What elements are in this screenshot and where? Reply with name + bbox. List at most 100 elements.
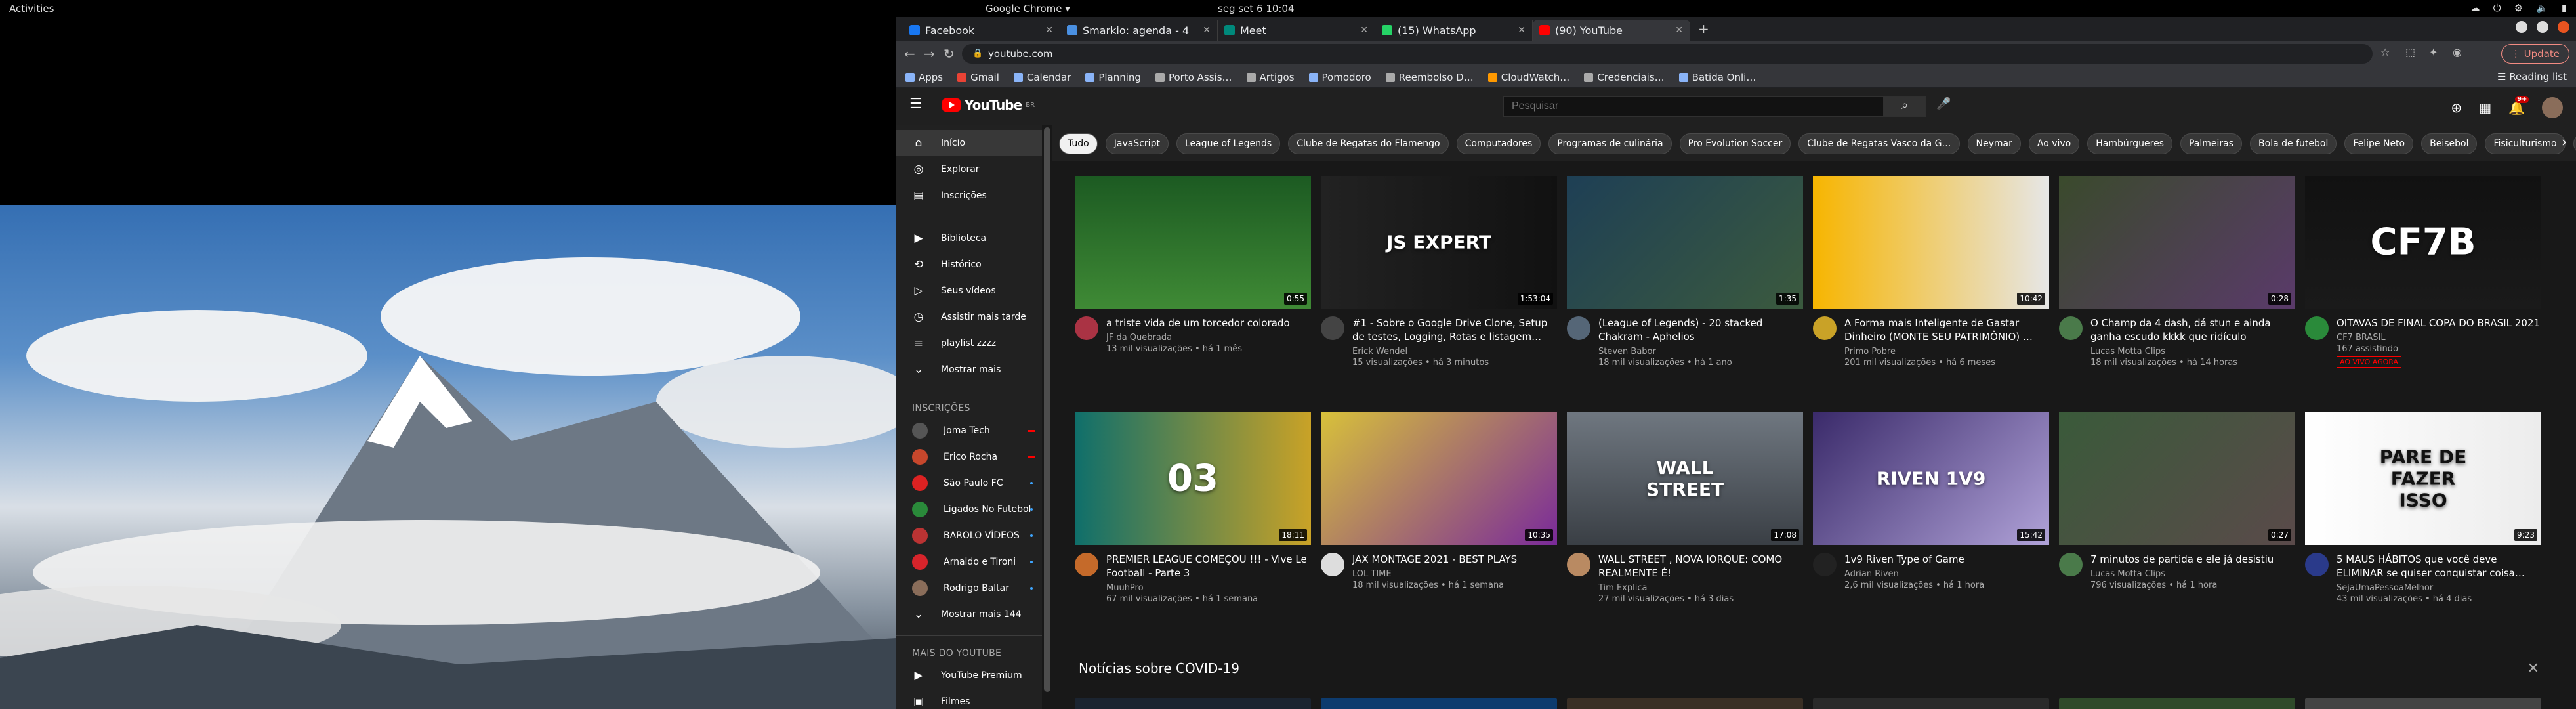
notifications-icon[interactable]: 🔔 9+ (2508, 96, 2529, 116)
channel-name[interactable]: JF da Quebrada (1106, 333, 1311, 343)
settings-icon[interactable]: ⚙ (2514, 2, 2523, 14)
video-thumbnail[interactable]: 10:42 (1813, 176, 2049, 309)
window-close-button[interactable] (2558, 21, 2569, 33)
search-button[interactable]: ⌕ (1884, 96, 1926, 117)
app-menu[interactable]: Google Chrome ▾ (986, 3, 1070, 14)
battery-icon[interactable]: ▮ (2562, 2, 2567, 14)
video-title[interactable]: a triste vida de um torcedor colorado (1106, 316, 1311, 330)
video-title[interactable]: OITAVAS DE FINAL COPA DO BRASIL 2021 (2337, 316, 2541, 330)
channel-name[interactable]: CF7 BRASIL (2337, 333, 2541, 343)
chip-pod[interactable]: Pod (2573, 133, 2576, 154)
channel-avatar[interactable] (1567, 553, 1590, 576)
microphone-icon[interactable]: 🎤 (1936, 97, 1951, 111)
sidebar-item-rodrigo-baltar[interactable]: Rodrigo Baltar (896, 575, 1042, 601)
sidebar-item-historico[interactable]: ⟲ Histórico (896, 251, 1042, 278)
channel-avatar[interactable] (1567, 316, 1590, 340)
channel-name[interactable]: LOL TIME (1352, 569, 1557, 579)
video-thumbnail[interactable]: 0:55 (1075, 176, 1311, 309)
apps-grid-icon[interactable]: ▦ (2479, 100, 2491, 116)
video-thumbnail[interactable]: 10:35 (1321, 412, 1557, 545)
video-title[interactable]: O Champ da 4 dash, dá stun e ainda ganha… (2090, 316, 2295, 344)
chip-computadores[interactable]: Computadores (1456, 133, 1541, 154)
video-thumbnail[interactable]: 03 18:11 (1075, 412, 1311, 545)
reading-list-button[interactable]: ☰ Reading list (2497, 71, 2567, 83)
video-title[interactable]: JAX MONTAGE 2021 - BEST PLAYS (1352, 553, 1557, 567)
maximize-button[interactable] (2537, 21, 2548, 33)
tab-meet[interactable]: Meet ✕ (1218, 20, 1375, 41)
reload-icon[interactable]: ↻ (944, 46, 955, 62)
chip-pro-evolution-soccer[interactable]: Pro Evolution Soccer (1679, 133, 1791, 154)
update-button[interactable]: ⋮ Update (2501, 44, 2569, 64)
chip-hamburgueres[interactable]: Hambúrgueres (2087, 133, 2172, 154)
shelf-thumbnail[interactable] (2305, 698, 2541, 709)
channel-avatar[interactable] (2059, 316, 2083, 340)
close-icon[interactable]: ✕ (1045, 25, 1053, 35)
sidebar-item-erico-rocha[interactable]: Erico Rocha (896, 444, 1042, 470)
video-thumbnail[interactable]: RIVEN 1V9 15:42 (1813, 412, 2049, 545)
channel-name[interactable]: Primo Pobre (1844, 347, 2049, 356)
channel-avatar[interactable] (1813, 316, 1837, 340)
chip-felipe-neto[interactable]: Felipe Neto (2344, 133, 2414, 154)
channel-avatar[interactable] (1321, 553, 1344, 576)
video-card[interactable]: 1:35 (League of Legends) - 20 stacked Cha… (1567, 176, 1803, 368)
sidebar-item-explorar[interactable]: ◎ Explorar (896, 156, 1042, 183)
power-icon[interactable]: ⏻ (2493, 2, 2501, 14)
show-more-subscriptions[interactable]: ⌄ Mostrar mais 144 (896, 601, 1042, 628)
bookmark-apps[interactable]: Apps (905, 71, 943, 83)
channel-avatar[interactable] (1321, 316, 1344, 340)
sidebar-scrollbar[interactable] (1042, 125, 1052, 709)
video-card[interactable]: PARE DE FAZER ISSO 9:23 5 MAUS HÁBITOS que… (2305, 412, 2541, 604)
sidebar-item-assistir-mais-tarde[interactable]: ◷ Assistir mais tarde (896, 304, 1042, 330)
video-card[interactable]: WALL STREET 17:08 WALL STREET , NOVA IORQU… (1567, 412, 1803, 604)
chip-palmeiras[interactable]: Palmeiras (2180, 133, 2243, 154)
tab-whatsapp[interactable]: (15) WhatsApp ✕ (1375, 20, 1533, 41)
video-card[interactable]: 0:27 7 minutos de partida e ele já desist… (2059, 412, 2295, 590)
video-title[interactable]: PREMIER LEAGUE COMEÇOU !!! - Vive Le Foo… (1106, 553, 1311, 580)
chip-bola-de-futebol[interactable]: Bola de futebol (2250, 133, 2337, 154)
extension-icon[interactable]: ⬚ (2405, 46, 2415, 58)
chip-tudo[interactable]: Tudo (1059, 133, 1098, 154)
new-tab-button[interactable]: + (1698, 21, 1709, 37)
tab-youtube[interactable]: (90) YouTube ✕ (1533, 20, 1690, 41)
shelf-thumbnail[interactable] (1567, 698, 1803, 709)
lock-icon[interactable]: 🔒 (972, 49, 983, 58)
chip-javascript[interactable]: JavaScript (1105, 133, 1169, 154)
chip-beisebol[interactable]: Beisebol (2421, 133, 2478, 154)
video-card[interactable]: CF7B OITAVAS DE FINAL COPA DO BRASIL 2021… (2305, 176, 2541, 368)
channel-avatar[interactable] (2305, 553, 2329, 576)
bookmark-porto[interactable]: Porto Assis… (1155, 71, 1232, 83)
sidebar-item-ligados-no-futebol[interactable]: Ligados No Futebol (896, 496, 1042, 523)
video-card[interactable]: 0:28 O Champ da 4 dash, dá stun e ainda g… (2059, 176, 2295, 368)
shelf-thumbnail[interactable] (1075, 698, 1311, 709)
video-title[interactable]: 7 minutos de partida e ele já desistiu (2090, 553, 2295, 567)
search-input[interactable] (1503, 96, 1884, 117)
sidebar-item-seus-videos[interactable]: ▷ Seus vídeos (896, 278, 1042, 304)
channel-name[interactable]: Lucas Motta Clips (2090, 569, 2295, 579)
chip-programas-de-culinaria[interactable]: Programas de culinária (1548, 133, 1672, 154)
clock[interactable]: seg set 6 10:04 (1218, 3, 1295, 14)
sidebar-item-joma-tech[interactable]: Joma Tech (896, 418, 1042, 444)
video-thumbnail[interactable]: 1:35 (1567, 176, 1803, 309)
profile-icon[interactable]: ◉ (2453, 46, 2462, 58)
bookmark-batida[interactable]: Batida Onli… (1678, 71, 1756, 83)
sidebar-item-filmes[interactable]: ▣ Filmes (896, 689, 1042, 709)
shelf-thumbnail[interactable] (2059, 698, 2295, 709)
video-title[interactable]: WALL STREET , NOVA IORQUE: COMO REALMENT… (1598, 553, 1803, 580)
shelf-thumbnail[interactable] (1813, 698, 2049, 709)
channel-avatar[interactable] (1075, 553, 1098, 576)
sidebar-item-inicio[interactable]: ⌂ Início (896, 130, 1042, 156)
video-thumbnail[interactable]: 0:28 (2059, 176, 2295, 309)
video-thumbnail[interactable]: 0:27 (2059, 412, 2295, 545)
chip-neymar[interactable]: Neymar (1967, 133, 2021, 154)
forward-icon[interactable]: → (924, 46, 935, 62)
video-card[interactable]: RIVEN 1V9 15:42 1v9 Riven Type of Game Adri… (1813, 412, 2049, 590)
sidebar-item-mostrar-mais[interactable]: ⌄ Mostrar mais (896, 356, 1042, 383)
scrollbar-thumb[interactable] (1044, 127, 1050, 692)
sidebar-item-biblioteca[interactable]: ▶ Biblioteca (896, 225, 1042, 251)
bookmark-pomodoro[interactable]: Pomodoro (1308, 71, 1371, 83)
system-tray[interactable]: ☁ ⏻ ⚙ 🔈 ▮ (2470, 2, 2567, 14)
channel-name[interactable]: MuuhPro (1106, 583, 1311, 593)
bookmark-reembolso[interactable]: Reembolso D… (1385, 71, 1474, 83)
channel-name[interactable]: Tim Explica (1598, 583, 1803, 593)
chip-ao-vivo[interactable]: Ao vivo (2028, 133, 2080, 154)
